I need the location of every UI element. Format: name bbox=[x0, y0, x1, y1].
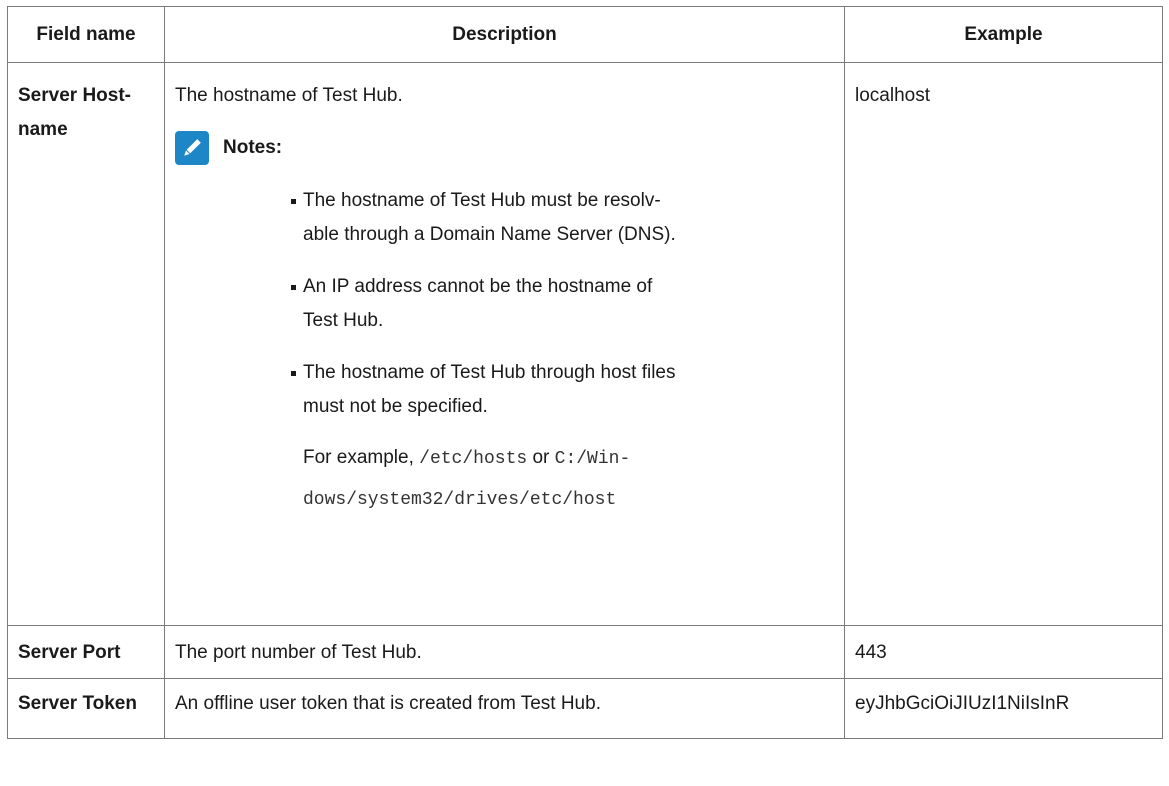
example-prefix: For example, bbox=[303, 447, 414, 468]
list-item: An IP address cannot be the hostname of … bbox=[291, 270, 834, 338]
notes-header: Notes: bbox=[175, 130, 834, 166]
example-cell: localhost bbox=[844, 62, 1163, 626]
header-description: Description bbox=[164, 6, 845, 63]
example-path-windows-part1: C:/Win- bbox=[554, 449, 631, 469]
table-row: Server Port The port number of Test Hub.… bbox=[7, 625, 1163, 679]
header-field-name: Field name bbox=[7, 6, 165, 63]
field-name: Server Token bbox=[18, 693, 137, 714]
example-path-hosts: /etc/hosts bbox=[419, 449, 528, 469]
description-cell: The port number of Test Hub. bbox=[164, 625, 845, 679]
list-item: The hostname of Test Hub through host fi… bbox=[291, 356, 834, 424]
example-cell: 443 bbox=[844, 625, 1163, 679]
notes-list: The hostname of Test Hub must be resolv-… bbox=[175, 184, 834, 424]
description-text: The port number of Test Hub. bbox=[175, 642, 422, 663]
header-example: Example bbox=[844, 6, 1163, 63]
description-text: An offline user token that is created fr… bbox=[175, 693, 601, 714]
example-value: eyJhbGciOiJIUzI1NiIsInR bbox=[855, 693, 1070, 714]
example-or: or bbox=[532, 447, 550, 468]
description-text: The hostname of Test Hub. bbox=[175, 85, 403, 106]
list-item: The hostname of Test Hub must be resolv-… bbox=[291, 184, 834, 252]
table-header-row: Field name Description Example bbox=[7, 6, 1163, 63]
example-value: 443 bbox=[855, 642, 887, 663]
field-name: Server Host- name bbox=[18, 85, 131, 140]
field-name: Server Port bbox=[18, 642, 121, 663]
pencil-icon bbox=[175, 131, 209, 165]
field-cell: Server Port bbox=[7, 625, 165, 679]
table-row: Server Token An offline user token that … bbox=[7, 678, 1163, 739]
description-cell: The hostname of Test Hub. Notes: The hos… bbox=[164, 62, 845, 626]
fields-table: Field name Description Example Server Ho… bbox=[7, 6, 1163, 739]
field-cell: Server Token bbox=[7, 678, 165, 739]
description-cell: An offline user token that is created fr… bbox=[164, 678, 845, 739]
example-paragraph: For example, /etc/hosts or C:/Win- dows/… bbox=[175, 438, 834, 520]
notes-title: Notes: bbox=[223, 137, 283, 158]
example-cell: eyJhbGciOiJIUzI1NiIsInR bbox=[844, 678, 1163, 739]
table-row: Server Host- name The hostname of Test H… bbox=[7, 62, 1163, 626]
field-cell: Server Host- name bbox=[7, 62, 165, 626]
example-path-windows-part2: dows/system32/drives/etc/host bbox=[303, 490, 617, 510]
example-value: localhost bbox=[855, 85, 930, 106]
